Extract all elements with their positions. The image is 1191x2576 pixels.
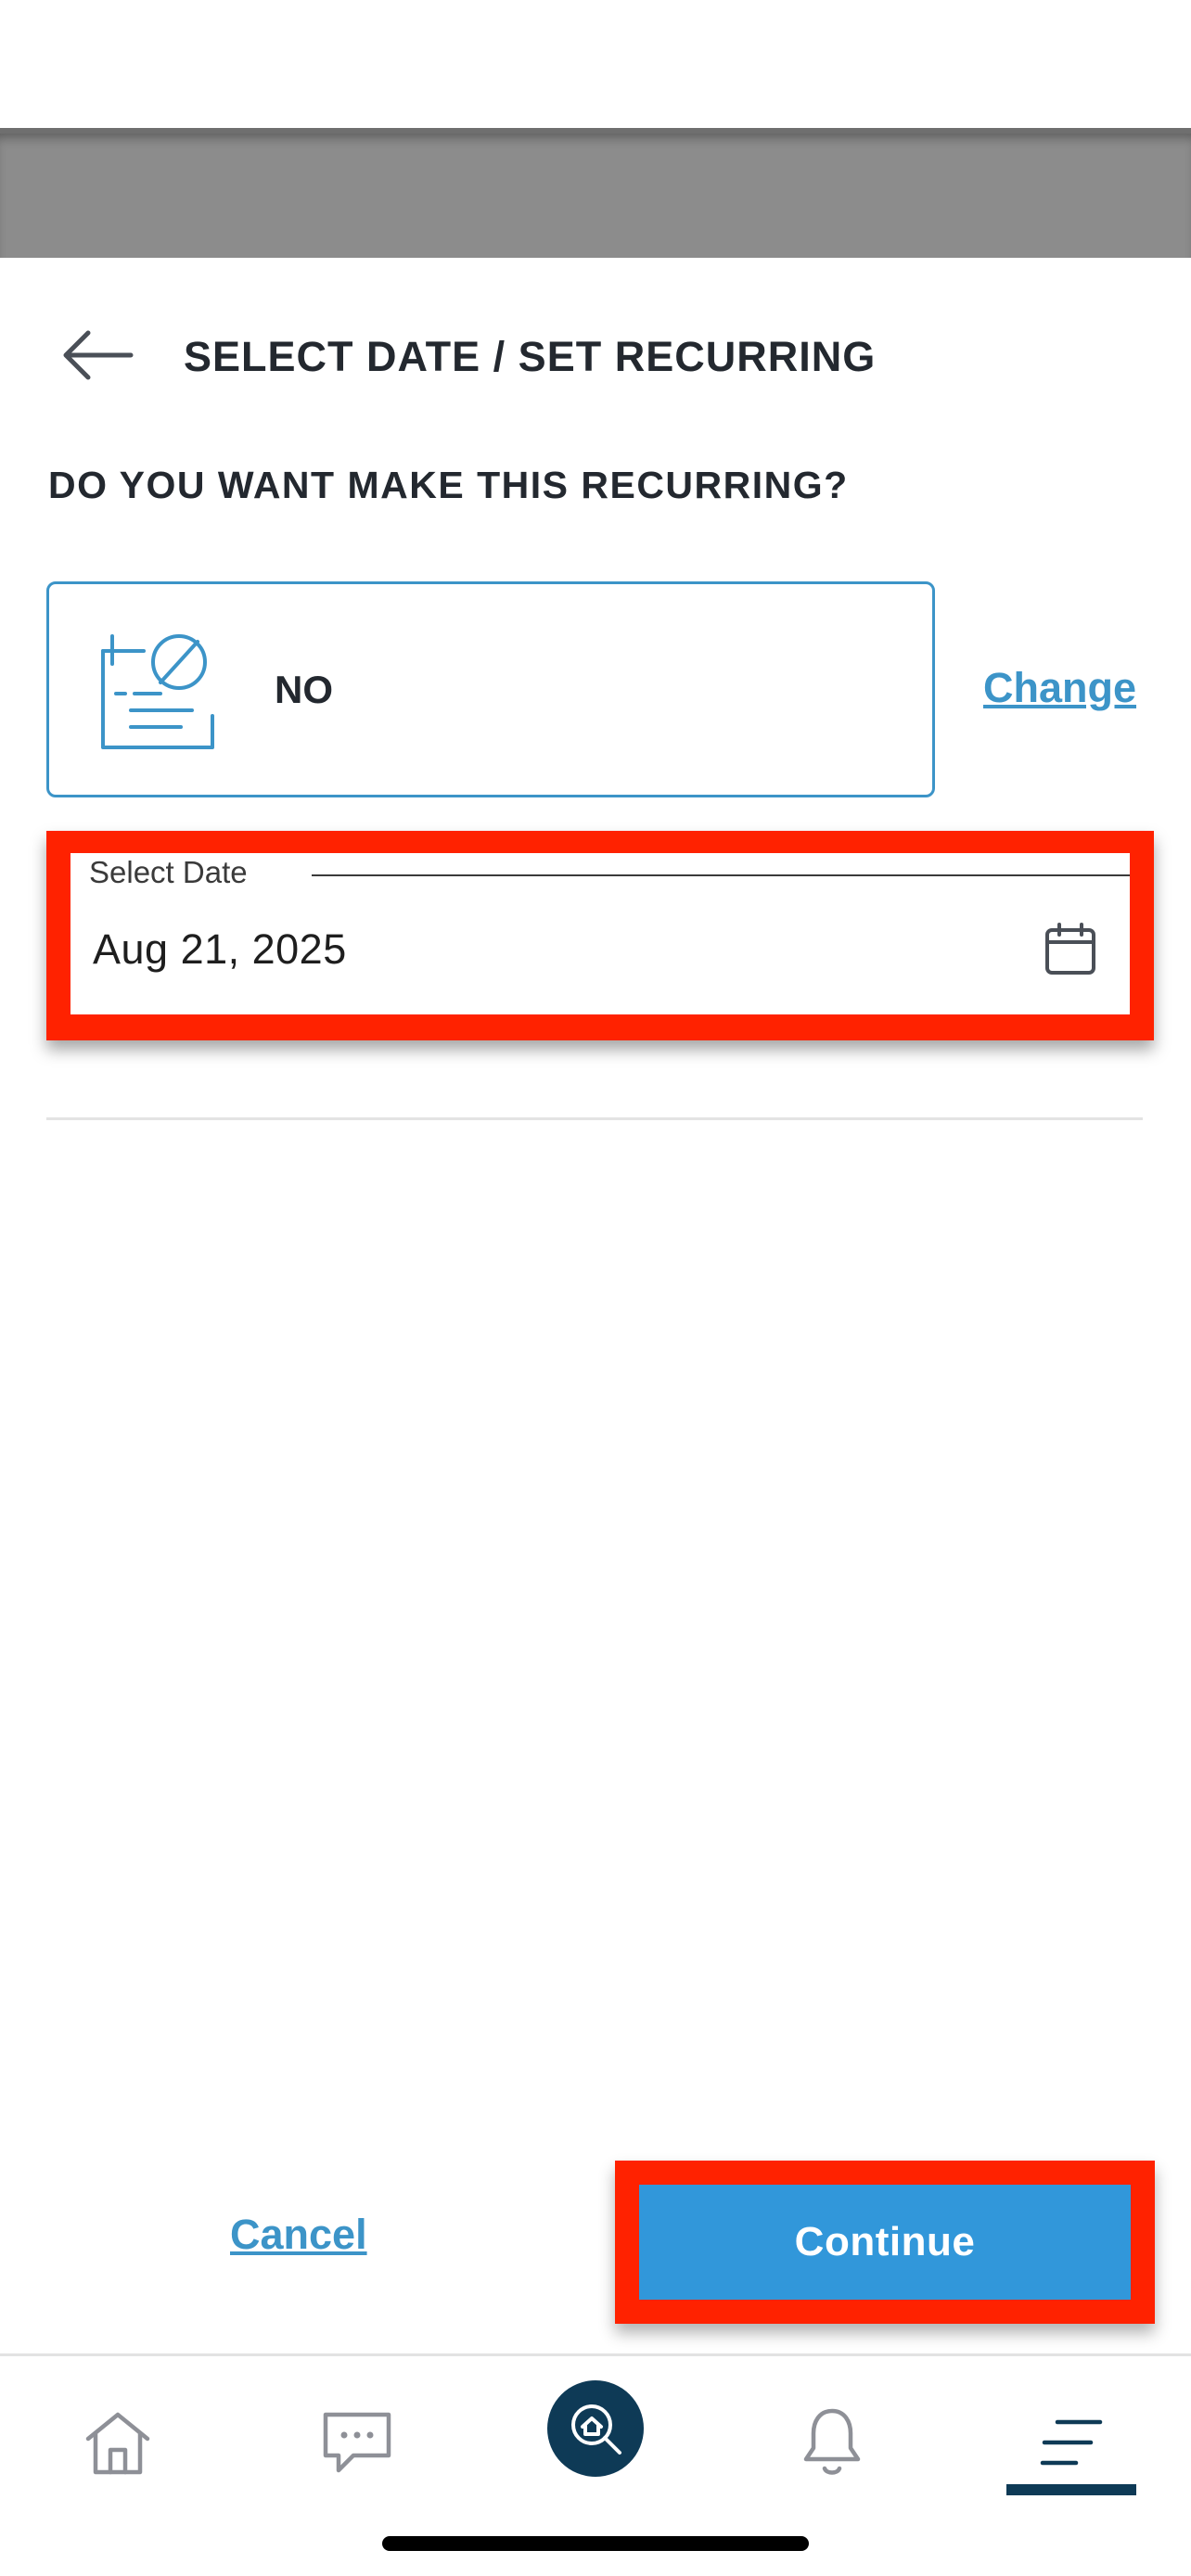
back-button[interactable] <box>56 323 139 388</box>
recurring-option-card[interactable]: NO <box>46 581 935 797</box>
search-home-icon <box>571 2404 621 2455</box>
continue-button[interactable]: Continue <box>639 2185 1131 2300</box>
select-date-label: Select Date <box>89 855 255 890</box>
date-field-highlight: Select Date Aug 21, 2025 <box>46 831 1154 1040</box>
top-overlay-bar <box>0 128 1191 258</box>
divider <box>46 1117 1143 1120</box>
menu-icon <box>1040 2419 1103 2466</box>
nav-home[interactable] <box>67 2391 169 2493</box>
nav-notifications[interactable] <box>781 2391 883 2493</box>
header: SELECT DATE / SET RECURRING <box>0 306 1191 408</box>
select-date-value[interactable]: Aug 21, 2025 <box>93 925 347 974</box>
recurring-question: DO YOU WANT MAKE THIS RECURRING? <box>48 464 849 506</box>
cancel-button[interactable]: Cancel <box>230 2207 367 2263</box>
screen: SELECT DATE / SET RECURRING DO YOU WANT … <box>0 0 1191 2576</box>
chat-icon <box>323 2412 391 2473</box>
select-date-field[interactable]: Select Date Aug 21, 2025 <box>70 853 1130 1014</box>
no-recurrence-icon <box>101 634 214 749</box>
bell-icon <box>803 2408 861 2475</box>
field-outline <box>312 874 1130 876</box>
home-icon <box>85 2412 150 2475</box>
home-indicator[interactable] <box>382 2536 809 2551</box>
nav-messages[interactable] <box>306 2391 408 2493</box>
calendar-icon[interactable] <box>1043 922 1098 977</box>
nav-menu[interactable] <box>1020 2391 1122 2493</box>
recurring-value: NO <box>275 668 333 711</box>
page-title: SELECT DATE / SET RECURRING <box>184 333 877 380</box>
nav-active-indicator <box>1006 2484 1136 2495</box>
change-link[interactable]: Change <box>983 660 1136 716</box>
arrow-left-icon <box>63 330 134 380</box>
continue-button-highlight: Continue <box>615 2161 1155 2324</box>
nav-search-home[interactable] <box>547 2380 644 2477</box>
status-bar <box>0 0 1191 128</box>
